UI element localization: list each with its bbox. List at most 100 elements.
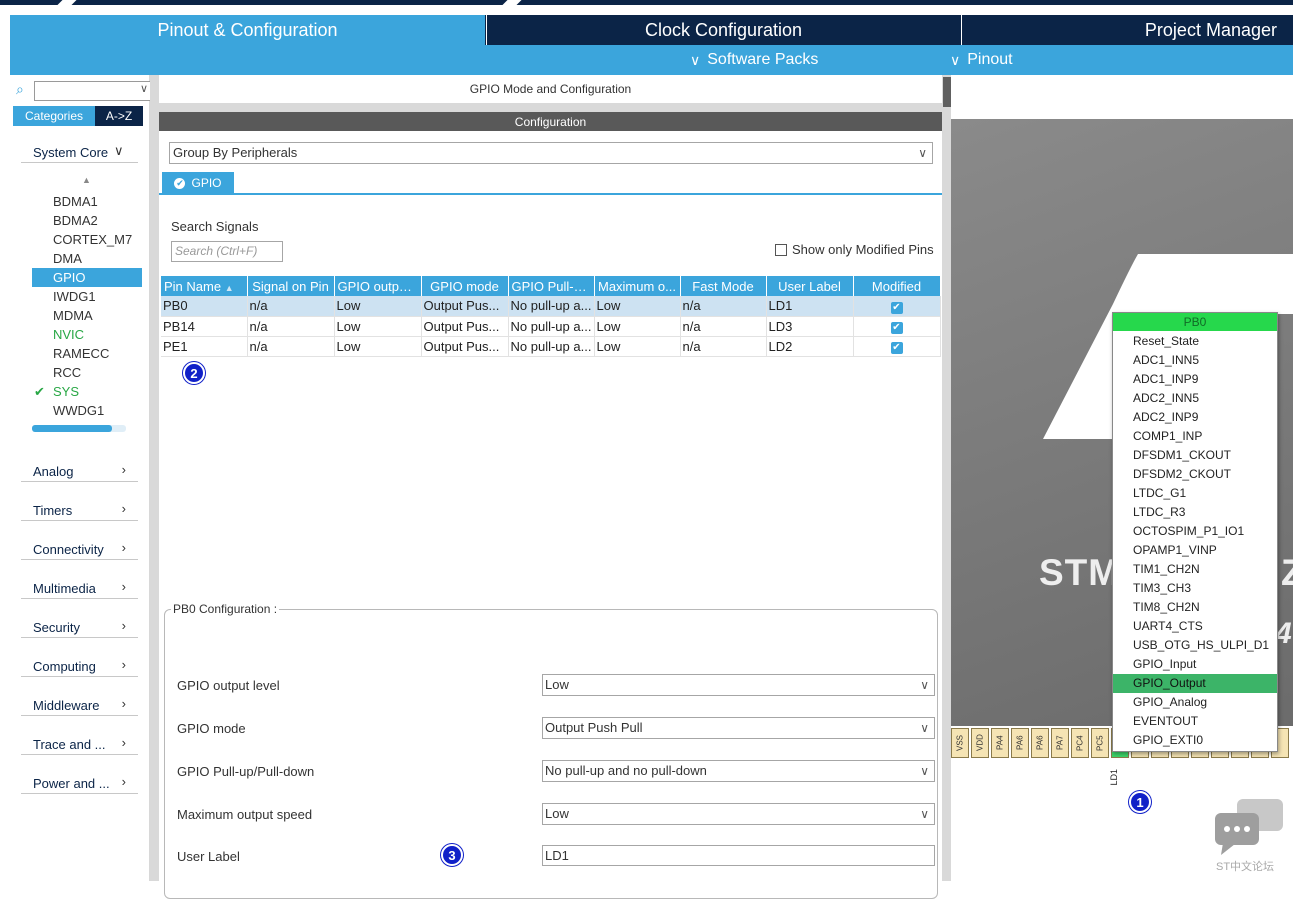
chevron-down-icon: ∨	[690, 51, 701, 68]
group-by-select[interactable]: Group By Peripherals ∨	[169, 142, 933, 164]
menu-item[interactable]: DFSDM1_CKOUT	[1113, 446, 1277, 465]
section-trace-and-debug[interactable]: Trace and ... ›	[21, 735, 138, 755]
menu-item[interactable]: TIM8_CH2N	[1113, 598, 1277, 617]
section-computing[interactable]: Computing ›	[21, 657, 138, 677]
column-header-signal[interactable]: Signal on Pin	[247, 276, 335, 296]
chip-name-right: Z	[1281, 552, 1293, 593]
configuration-body: Group By Peripherals ∨ ✔ GPIO Search Sig…	[159, 131, 942, 899]
tab-a-to-z[interactable]: A->Z	[95, 106, 143, 126]
sidebar-item-ramecc[interactable]: RAMECC	[32, 344, 142, 363]
pin-pa6[interactable]: PA6	[1011, 728, 1029, 758]
table-row[interactable]: PB0 n/a Low Output Pus... No pull-up a..…	[161, 296, 941, 317]
sidebar-item-sys[interactable]: ✔ SYS	[32, 382, 142, 401]
menu-item[interactable]: OCTOSPIM_P1_IO1	[1113, 522, 1277, 541]
section-multimedia[interactable]: Multimedia ›	[21, 579, 138, 599]
software-packs-menu[interactable]: ∨ Software Packs	[690, 45, 818, 75]
search-icon[interactable]: ⌕	[16, 81, 24, 98]
section-security[interactable]: Security ›	[21, 618, 138, 638]
menu-item[interactable]: GPIO_EXTI0	[1113, 731, 1277, 750]
menu-item[interactable]: GPIO_Analog	[1113, 693, 1277, 712]
horizontal-scrollbar[interactable]	[32, 425, 126, 432]
menu-item[interactable]: GPIO_Input	[1113, 655, 1277, 674]
sidebar-item-mdma[interactable]: MDMA	[32, 306, 142, 325]
tab-pinout-configuration[interactable]: Pinout & Configuration	[10, 15, 485, 45]
sidebar-item-nvic[interactable]: NVIC	[32, 325, 142, 344]
table-row[interactable]: PE1 n/a Low Output Pus... No pull-up a..…	[161, 336, 941, 357]
menu-item[interactable]: Reset_State	[1113, 332, 1277, 351]
menu-item[interactable]: EVENTOUT	[1113, 712, 1277, 731]
sidebar-item-cortex-m7[interactable]: CORTEX_M7	[32, 230, 142, 249]
column-header-modified[interactable]: Modified	[853, 276, 941, 296]
section-analog[interactable]: Analog ›	[21, 462, 138, 482]
pin-pc4[interactable]: PC4	[1071, 728, 1089, 758]
checkbox-checked-icon[interactable]: ✔	[890, 301, 903, 314]
cell-mode: Output Pus...	[421, 316, 509, 337]
gpio-pull-select[interactable]: No pull-up and no pull-down ∨	[542, 760, 935, 782]
column-header-pull[interactable]: GPIO Pull-u...	[508, 276, 595, 296]
menu-item[interactable]: LTDC_G1	[1113, 484, 1277, 503]
tab-gpio[interactable]: ✔ GPIO	[162, 172, 234, 194]
section-system-core[interactable]: System Core ∨	[21, 143, 138, 163]
menu-item[interactable]: DFSDM2_CKOUT	[1113, 465, 1277, 484]
menu-item-selected[interactable]: GPIO_Output	[1113, 674, 1277, 693]
tab-clock-configuration[interactable]: Clock Configuration	[486, 15, 960, 45]
menu-item[interactable]: LTDC_R3	[1113, 503, 1277, 522]
pin-pa6b[interactable]: PA6	[1031, 728, 1049, 758]
section-power-and-thermal[interactable]: Power and ... ›	[21, 774, 138, 794]
tab-categories[interactable]: Categories	[13, 106, 95, 126]
sidebar-item-dma[interactable]: DMA	[32, 249, 142, 268]
gpio-output-level-select[interactable]: Low ∨	[542, 674, 935, 696]
column-header-user-label[interactable]: User Label	[766, 276, 854, 296]
menu-item[interactable]: UART4_CTS	[1113, 617, 1277, 636]
sidebar-item-bdma2[interactable]: BDMA2	[32, 211, 142, 230]
section-connectivity[interactable]: Connectivity ›	[21, 540, 138, 560]
pin-vss[interactable]: VSS	[951, 728, 969, 758]
collapse-arrow-icon[interactable]	[943, 77, 951, 107]
pin-pa4[interactable]: PA4	[991, 728, 1009, 758]
menu-item[interactable]: OPAMP1_VINP	[1113, 541, 1277, 560]
tab-project-manager[interactable]: Project Manager	[961, 15, 1293, 45]
menu-item[interactable]: TIM3_CH3	[1113, 579, 1277, 598]
sort-icon[interactable]: ▲	[225, 283, 234, 293]
pin-vdd[interactable]: VDD	[971, 728, 989, 758]
sidebar-item-wwdg1[interactable]: WWDG1	[32, 401, 142, 420]
checkbox-checked-icon[interactable]: ✔	[890, 322, 903, 334]
checkbox-icon[interactable]	[775, 243, 787, 256]
menu-item[interactable]: USB_OTG_HS_ULPI_D1	[1113, 636, 1277, 655]
menu-item[interactable]: ADC1_INN5	[1113, 351, 1277, 370]
section-middleware[interactable]: Middleware ›	[21, 696, 138, 716]
sidebar-item-bdma1[interactable]: BDMA1	[32, 192, 142, 211]
show-modified-pins-checkbox[interactable]: Show only Modified Pins	[775, 242, 934, 257]
annotation-badge-3: 3	[441, 844, 463, 866]
menu-item[interactable]: ADC2_INP9	[1113, 408, 1277, 427]
sidebar-search-combo[interactable]: ∨	[34, 81, 152, 101]
menu-item[interactable]: COMP1_INP	[1113, 427, 1277, 446]
checkbox-checked-icon[interactable]: ✔	[890, 342, 903, 354]
section-timers[interactable]: Timers ›	[21, 501, 138, 521]
panel-splitter[interactable]	[942, 75, 951, 881]
menu-item[interactable]: ADC1_INP9	[1113, 370, 1277, 389]
table-row[interactable]: PB14 n/a Low Output Pus... No pull-up a.…	[161, 316, 941, 337]
pin-function-menu: PB0 Reset_State ADC1_INN5 ADC1_INP9 ADC2…	[1112, 312, 1278, 752]
menu-item[interactable]: TIM1_CH2N	[1113, 560, 1277, 579]
chevron-right-icon: ›	[121, 618, 126, 633]
pin-pc5[interactable]: PC5	[1091, 728, 1109, 758]
column-header-output[interactable]: GPIO output...	[334, 276, 422, 296]
scroll-up-icon[interactable]: ▲	[82, 175, 91, 185]
column-header-fast-mode[interactable]: Fast Mode	[680, 276, 767, 296]
sidebar-item-gpio[interactable]: GPIO	[32, 268, 142, 287]
cell-signal: n/a	[247, 316, 335, 337]
search-signals-input[interactable]: Search (Ctrl+F)	[171, 241, 283, 262]
pinout-menu[interactable]: ∨ Pinout	[950, 45, 1013, 75]
pin-pa7[interactable]: PA7	[1051, 728, 1069, 758]
menu-item[interactable]: ADC2_INN5	[1113, 389, 1277, 408]
sidebar-item-rcc[interactable]: RCC	[32, 363, 142, 382]
max-output-speed-select[interactable]: Low ∨	[542, 803, 935, 825]
column-header-mode[interactable]: GPIO mode	[421, 276, 509, 296]
gpio-mode-select[interactable]: Output Push Pull ∨	[542, 717, 935, 739]
sidebar-item-iwdg1[interactable]: IWDG1	[32, 287, 142, 306]
chevron-down-icon[interactable]: ∨	[140, 82, 148, 95]
column-header-max-speed[interactable]: Maximum o...	[594, 276, 681, 296]
column-header-pin-name[interactable]: Pin Name ▲	[161, 276, 248, 296]
user-label-input[interactable]: LD1	[542, 845, 935, 866]
